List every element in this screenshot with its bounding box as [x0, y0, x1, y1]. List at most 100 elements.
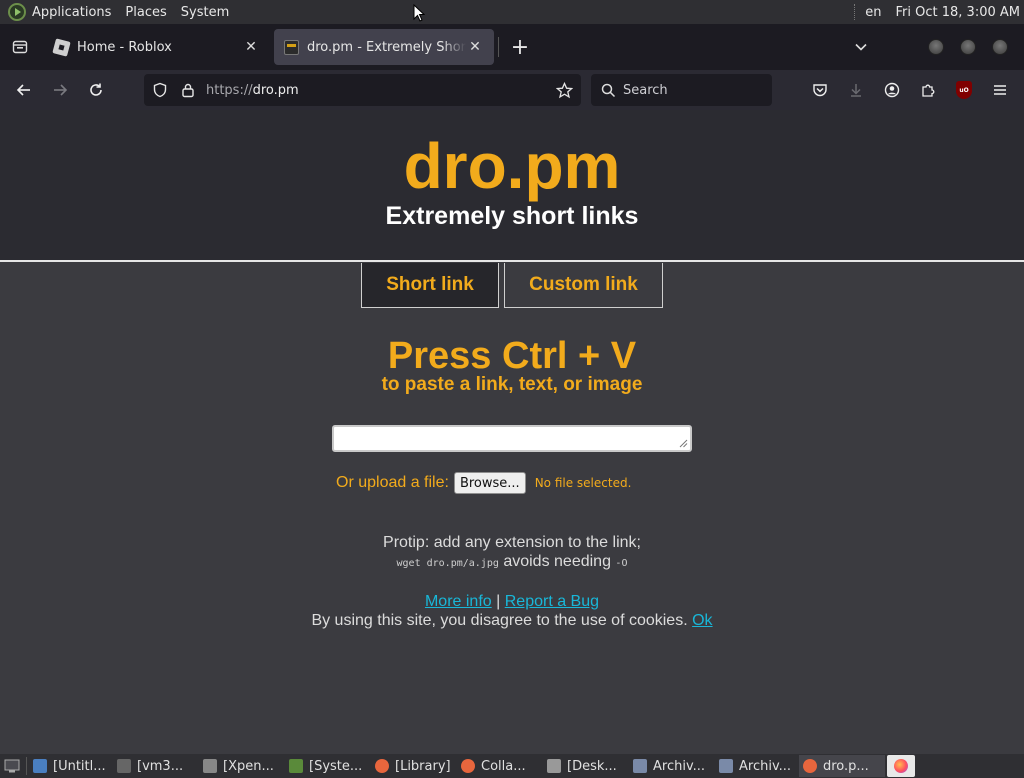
reload-icon[interactable]	[78, 74, 114, 106]
page-content: dro.pm Extremely short links Short link …	[0, 110, 1024, 754]
show-desktop-icon[interactable]	[0, 754, 24, 778]
url-text[interactable]: https://dro.pm	[206, 83, 549, 98]
close-window-button[interactable]	[992, 39, 1008, 55]
firefox-icon	[461, 759, 475, 773]
taskbar-item-label: [Xpen...	[223, 758, 274, 774]
taskbar-item-label: Archiv...	[653, 758, 706, 774]
cookie-notice: By using this site, you disagree to the …	[0, 612, 1024, 630]
taskbar-item-label: dro.p...	[823, 758, 869, 774]
cookie-text: By using this site, you disagree to the …	[311, 612, 688, 629]
archive-icon	[633, 759, 647, 773]
document-icon	[33, 759, 47, 773]
forward-arrow-icon[interactable]	[42, 74, 78, 106]
firefox-view-icon[interactable]	[0, 24, 40, 70]
downloads-icon[interactable]	[838, 74, 874, 106]
taskbar-item-system[interactable]: [Syste...	[285, 755, 371, 777]
footer-links: More info | Report a Bug	[0, 593, 1024, 611]
bookmark-star-icon[interactable]	[549, 75, 579, 105]
tab-title: dro.pm - Extremely Short Links	[307, 39, 466, 55]
taskbar-item-colla[interactable]: Colla...	[457, 755, 543, 777]
list-all-tabs-chevron-icon[interactable]	[846, 32, 876, 62]
more-info-link[interactable]: More info	[425, 593, 492, 610]
ublock-origin-icon[interactable]: uO	[946, 74, 982, 106]
site-title[interactable]: dro.pm	[0, 130, 1024, 202]
taskbar-item-archive-2[interactable]: Archiv...	[715, 755, 799, 777]
window-icon	[203, 759, 217, 773]
taskbar-item-label: [vm3...	[137, 758, 184, 774]
site-subtitle: Extremely short links	[385, 202, 639, 230]
taskbar-item-library[interactable]: [Library]	[371, 755, 457, 777]
taskbar-separator	[26, 757, 27, 775]
taskbar-item-untitled[interactable]: [Untitl...	[29, 755, 113, 777]
custom-link-tab[interactable]: Custom link	[504, 263, 663, 308]
taskbar-item-archive-1[interactable]: Archiv...	[629, 755, 715, 777]
protip-code-flag: -O	[615, 558, 628, 569]
folder-icon	[547, 759, 561, 773]
lock-icon[interactable]	[176, 78, 200, 102]
clock[interactable]: Fri Oct 18, 3:00 AM	[896, 5, 1020, 20]
account-icon[interactable]	[874, 74, 910, 106]
roblox-favicon-icon	[52, 37, 71, 57]
upload-row: Or upload a file: Browse... No file sele…	[336, 472, 631, 494]
extensions-puzzle-icon[interactable]	[910, 74, 946, 106]
protip-code-wget: wget dro.pm/a.jpg	[396, 558, 499, 569]
url-bar[interactable]: https://dro.pm	[144, 74, 581, 106]
search-bar[interactable]: Search	[591, 74, 772, 106]
system-monitor-icon	[289, 759, 303, 773]
firefox-icon	[375, 759, 389, 773]
new-tab-plus-icon[interactable]: +	[503, 30, 537, 64]
taskbar-item-label: [Syste...	[309, 758, 363, 774]
upload-label: Or upload a file:	[336, 474, 449, 491]
taskbar-item-label: [Desk...	[567, 758, 617, 774]
system-menu[interactable]: System	[181, 5, 229, 20]
report-bug-link[interactable]: Report a Bug	[505, 593, 599, 610]
tab-title: Home - Roblox	[77, 39, 172, 55]
taskbar-item-label: [Library]	[395, 758, 451, 774]
archive-icon	[719, 759, 733, 773]
protip-line-1: Protip: add any extension to the link;	[383, 534, 641, 551]
panel-separator	[854, 4, 856, 20]
taskbar-item-label: Archiv...	[739, 758, 792, 774]
site-header: dro.pm Extremely short links	[0, 110, 1024, 262]
short-link-tab[interactable]: Short link	[361, 263, 499, 308]
taskbar: [Untitl... [vm3... [Xpen... [Syste... [L…	[0, 754, 1024, 778]
back-arrow-icon[interactable]	[6, 74, 42, 106]
minimize-window-button[interactable]	[928, 39, 944, 55]
search-placeholder: Search	[623, 82, 668, 98]
paste-textarea[interactable]	[332, 425, 692, 452]
tracking-protection-shield-icon[interactable]	[148, 78, 172, 102]
firefox-icon	[894, 759, 908, 773]
pocket-icon[interactable]	[802, 74, 838, 106]
protip-line-2: wget dro.pm/a.jpg avoids needing -O	[0, 553, 1024, 571]
firefox-launcher[interactable]	[887, 755, 915, 777]
tab-divider	[498, 37, 499, 57]
dro-favicon-icon	[284, 39, 299, 55]
os-logo-icon[interactable]	[8, 3, 26, 21]
taskbar-item-xpen[interactable]: [Xpen...	[199, 755, 285, 777]
taskbar-item-label: [Untitl...	[53, 758, 106, 774]
taskbar-item-vm3[interactable]: [vm3...	[113, 755, 199, 777]
cookie-ok-link[interactable]: Ok	[692, 612, 712, 629]
taskbar-item-desktop[interactable]: [Desk...	[543, 755, 629, 777]
paste-instruction-title: Press Ctrl + V	[387, 335, 637, 377]
tab-roblox[interactable]: Home - Roblox ✕	[44, 29, 270, 65]
top-panel: Applications Places System en Fri Oct 18…	[0, 0, 1024, 24]
places-menu[interactable]: Places	[125, 5, 166, 20]
tab-dro-pm[interactable]: dro.pm - Extremely Short Links ✕	[274, 29, 494, 65]
tab-close-icon[interactable]: ✕	[242, 38, 260, 56]
taskbar-item-dro-pm[interactable]: dro.p...	[799, 755, 885, 777]
tab-strip: Home - Roblox ✕ dro.pm - Extremely Short…	[0, 24, 1024, 70]
tab-close-icon[interactable]: ✕	[466, 38, 484, 56]
navigation-toolbar: https://dro.pm Search uO	[0, 70, 1024, 110]
search-icon	[599, 81, 617, 99]
mouse-cursor-icon	[413, 4, 425, 22]
no-file-selected-text: No file selected.	[534, 476, 632, 490]
resize-grip-icon[interactable]	[678, 438, 688, 448]
url-host: dro.pm	[252, 82, 299, 98]
links-separator: |	[496, 593, 501, 610]
maximize-window-button[interactable]	[960, 39, 976, 55]
applications-menu[interactable]: Applications	[32, 5, 111, 20]
browse-file-button[interactable]: Browse...	[453, 472, 526, 494]
keyboard-language-indicator[interactable]: en	[865, 5, 881, 20]
hamburger-menu-icon[interactable]	[982, 74, 1018, 106]
